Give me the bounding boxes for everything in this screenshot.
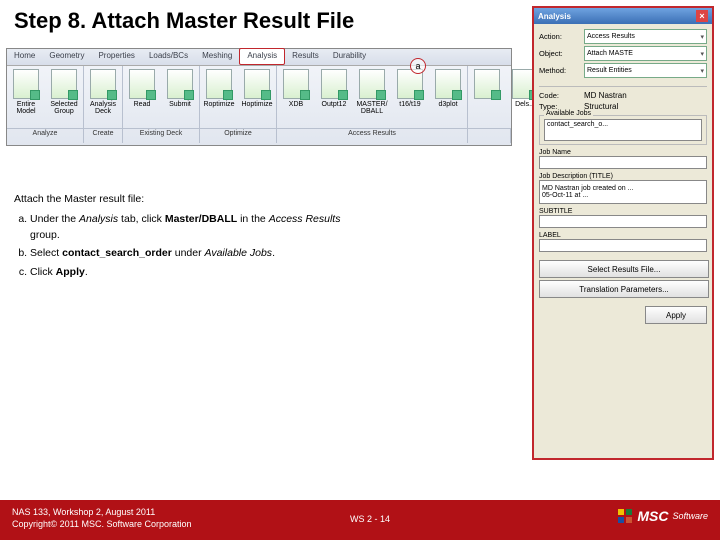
btn-submit[interactable]: Submit [161, 66, 199, 128]
jobname-label: Job Name [539, 149, 707, 156]
ribbon-toolbar: Home Geometry Properties Loads/BCs Meshi… [6, 48, 512, 146]
code-value: MD Nastran [584, 91, 707, 100]
submit-icon [167, 69, 193, 99]
action-select[interactable]: Access Results [584, 29, 707, 44]
grp-existing-deck: Existing Deck [123, 129, 200, 143]
btn-t16-t19[interactable]: t16/t19 [391, 66, 429, 128]
deck-icon [90, 69, 116, 99]
subtitle-label: SUBTITLE [539, 208, 707, 215]
tab-results[interactable]: Results [285, 49, 326, 65]
d3plot-icon [435, 69, 461, 99]
btn-entire-model[interactable]: Entire Model [7, 66, 45, 128]
subtitle-field[interactable] [539, 215, 707, 228]
grp-optimize: Optimize [200, 129, 277, 143]
instr-header: Attach the Master result file: [14, 192, 354, 208]
xdb-icon [283, 69, 309, 99]
read-icon [129, 69, 155, 99]
translation-parameters-button[interactable]: Translation Parameters... [539, 280, 709, 298]
label-label: LABEL [539, 232, 707, 239]
grp-create: Create [84, 129, 123, 143]
misc-icon [474, 69, 500, 99]
tab-geometry[interactable]: Geometry [42, 49, 91, 65]
code-label: Code: [539, 91, 581, 100]
btn-xdb[interactable]: XDB [277, 66, 315, 128]
tab-meshing[interactable]: Meshing [195, 49, 239, 65]
analysis-panel: Analysis× Action:Access Results Object:A… [532, 6, 714, 460]
action-label: Action: [539, 32, 581, 41]
msc-logo: MSCSoftware [617, 508, 708, 524]
tab-analysis[interactable]: Analysis [239, 48, 285, 65]
master-icon [359, 69, 385, 99]
tab-durability[interactable]: Durability [326, 49, 373, 65]
op2-icon [321, 69, 347, 99]
instr-b: Select contact_search_order under Availa… [30, 246, 354, 262]
jobdesc-field[interactable]: MD Nastran job created on ... 05-Oct-11 … [539, 180, 707, 204]
slide-footer: NAS 133, Workshop 2, August 2011 Copyrig… [0, 500, 720, 540]
select-results-file-button[interactable]: Select Results File... [539, 260, 709, 278]
tab-properties[interactable]: Properties [91, 49, 141, 65]
method-select[interactable]: Result Entities [584, 63, 707, 78]
jobs-listbox[interactable]: contact_search_o... [544, 119, 702, 141]
jobname-field[interactable] [539, 156, 707, 169]
btn-selected-group[interactable]: Selected Group [45, 66, 83, 128]
footer-line2: Copyright© 2011 MSC. Software Corporatio… [12, 519, 192, 531]
btn-master-dball[interactable]: MASTER/ DBALL [353, 66, 391, 128]
btn-read[interactable]: Read [123, 66, 161, 128]
btn-analysis-deck[interactable]: Analysis Deck [84, 66, 122, 128]
model-icon [13, 69, 39, 99]
btn-roptimize[interactable]: Roptimize [200, 66, 238, 128]
tab-home[interactable]: Home [7, 49, 42, 65]
grp-blank [468, 129, 511, 143]
footer-page: WS 2 - 14 [350, 514, 390, 524]
object-label: Object: [539, 49, 581, 58]
grp-analyze: Analyze [7, 129, 84, 143]
jobs-title: Available Jobs [544, 110, 593, 117]
tab-loads-bcs[interactable]: Loads/BCs [142, 49, 195, 65]
callout-a: a [410, 58, 426, 74]
ropt-icon [206, 69, 232, 99]
type-value: Structural [584, 102, 707, 111]
instructions: Attach the Master result file: Under the… [14, 192, 354, 284]
btn-outpt12[interactable]: Outpt12 [315, 66, 353, 128]
available-jobs-group: Available Jobs contact_search_o... [539, 115, 707, 145]
instr-a: Under the Analysis tab, click Master/DBA… [30, 212, 354, 244]
close-icon[interactable]: × [696, 10, 708, 22]
apply-button[interactable]: Apply [645, 306, 707, 324]
btn-hoptimize[interactable]: Hoptimize [238, 66, 276, 128]
instr-c: Click Apply. [30, 265, 354, 281]
panel-titlebar: Analysis× [534, 8, 712, 24]
jobdesc-label: Job Description (TITLE) [539, 173, 707, 180]
btn-d3plot[interactable]: d3plot [429, 66, 467, 128]
ribbon-tabs: Home Geometry Properties Loads/BCs Meshi… [7, 49, 511, 66]
footer-line1: NAS 133, Workshop 2, August 2011 [12, 507, 192, 519]
logo-icon [617, 508, 633, 524]
object-select[interactable]: Attach MASTE [584, 46, 707, 61]
group-icon [51, 69, 77, 99]
label-field[interactable] [539, 239, 707, 252]
grp-access-results: Access Results [277, 129, 468, 143]
btn-misc[interactable] [468, 66, 506, 128]
method-label: Method: [539, 66, 581, 75]
slide-title: Step 8. Attach Master Result File [14, 8, 354, 34]
hopt-icon [244, 69, 270, 99]
